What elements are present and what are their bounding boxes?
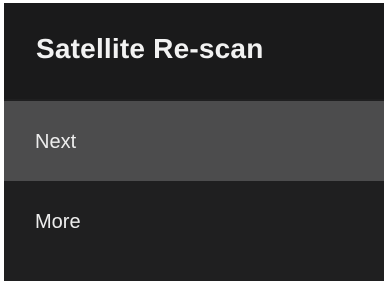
menu-item-more-label: More: [35, 211, 81, 233]
menu-item-more[interactable]: More: [4, 181, 384, 261]
dialog-header: Satellite Re-scan: [4, 3, 384, 99]
menu-item-next[interactable]: Next: [4, 101, 384, 181]
satellite-rescan-dialog: Satellite Re-scan Next More: [4, 3, 384, 281]
menu-item-next-label: Next: [35, 131, 77, 153]
dialog-title: Satellite Re-scan: [36, 33, 264, 64]
